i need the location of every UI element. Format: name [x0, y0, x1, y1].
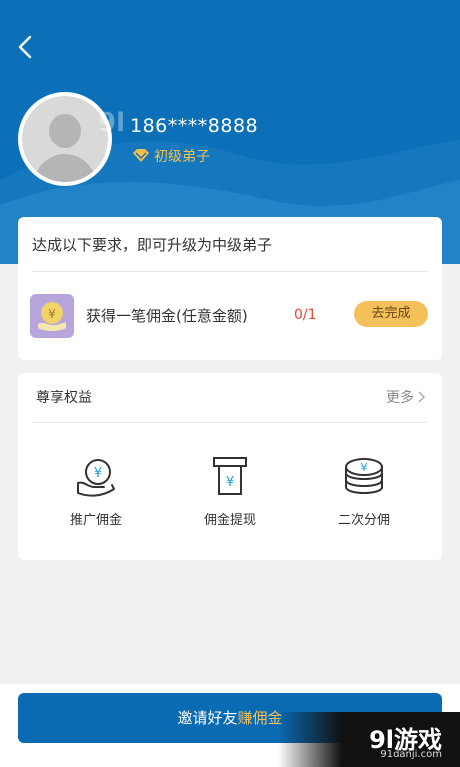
svg-text:¥: ¥ [48, 307, 56, 321]
user-phone: 186****8888 [130, 115, 259, 137]
upgrade-requirement-title: 达成以下要求，即可升级为中级弟子 [32, 236, 273, 254]
back-arrow-icon[interactable] [14, 34, 38, 60]
diamond-icon [133, 149, 149, 162]
benefits-title: 尊享权益 [36, 390, 92, 406]
atm-withdraw-icon: ¥ [213, 457, 247, 495]
divider [32, 271, 428, 272]
task-progress: 0/1 [294, 307, 317, 323]
watermark: 9l游戏 91danji.com [278, 712, 460, 767]
svg-text:¥: ¥ [361, 461, 368, 474]
invite-prefix: 邀请好友 [177, 709, 238, 727]
svg-text:¥: ¥ [226, 475, 234, 490]
benefit-label: 二次分佣 [337, 513, 390, 528]
user-level-badge: 初级弟子 [132, 146, 210, 166]
avatar[interactable] [18, 92, 112, 186]
complete-task-button[interactable]: 去完成 [354, 301, 428, 327]
benefit-label: 佣金提现 [203, 513, 256, 528]
invite-highlight: 赚佣金 [237, 709, 283, 727]
svg-text:¥: ¥ [94, 466, 102, 481]
task-label: 获得一笔佣金(任意金额) [86, 307, 248, 325]
commission-task-icon: ¥ [30, 294, 74, 338]
chevron-right-icon [418, 391, 426, 403]
benefit-promotion-commission[interactable]: ¥ 推广佣金 [46, 455, 146, 528]
hand-yen-icon: ¥ [77, 459, 115, 497]
benefit-second-commission[interactable]: ¥ 二次分佣 [314, 455, 414, 528]
upgrade-card: 达成以下要求，即可升级为中级弟子 ¥ 获得一笔佣金(任意金额) 0/1 去完成 [18, 217, 442, 360]
benefit-label: 推广佣金 [69, 513, 122, 528]
divider [32, 422, 428, 423]
benefits-more-link[interactable]: 更多 [386, 387, 426, 407]
user-level-label: 初级弟子 [154, 149, 210, 165]
coin-stack-icon: ¥ [345, 458, 383, 494]
benefits-card: 尊享权益 更多 ¥ 推广佣金 ¥ 佣金提现 ¥ 二次分佣 [18, 373, 442, 560]
watermark-url: 91danji.com [380, 749, 442, 760]
benefit-commission-withdraw[interactable]: ¥ 佣金提现 [180, 455, 280, 528]
avatar-placeholder-icon [22, 96, 108, 182]
site-logo-overlay: 9l [98, 108, 126, 138]
benefits-more-label: 更多 [386, 390, 414, 406]
